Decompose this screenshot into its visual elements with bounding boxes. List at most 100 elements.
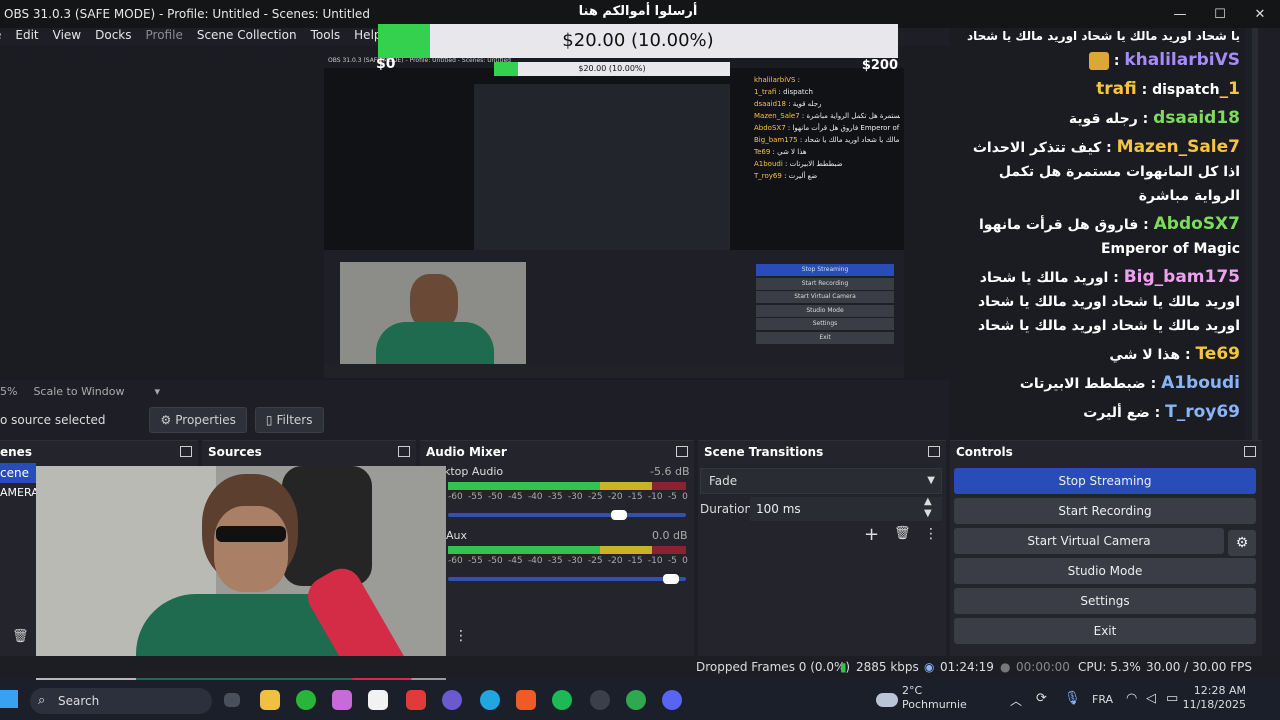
more-icon[interactable]: ⋮: [924, 526, 938, 542]
microphone-icon[interactable]: 🎙: [1064, 691, 1081, 706]
obs-icon[interactable]: [590, 690, 610, 710]
nested-chat-line: khalilarbiVS :: [754, 76, 800, 84]
nested-chat-line: Te69 : هذا لا شي: [754, 148, 807, 156]
remove-scene-icon[interactable]: 🗑: [12, 629, 30, 647]
popout-icon[interactable]: [928, 446, 940, 457]
edge-icon[interactable]: [480, 690, 500, 710]
scale-tick: -55: [467, 556, 483, 566]
start-recording-button[interactable]: Start Recording: [954, 498, 1256, 524]
start-virtual-camera-button[interactable]: Start Virtual Camera: [954, 528, 1224, 554]
settings-button[interactable]: Settings: [954, 588, 1256, 614]
task-view-icon[interactable]: [224, 693, 240, 707]
exit-button[interactable]: Exit: [954, 618, 1256, 644]
weather-widget[interactable]: 2°C Pochmurnie: [902, 684, 967, 712]
popout-icon[interactable]: [676, 446, 688, 457]
chat-text: ضبططط الابيرتات: [1019, 376, 1146, 392]
popout-icon[interactable]: [180, 446, 192, 457]
language-indicator[interactable]: FRA: [1092, 693, 1113, 706]
scale-tick: -20: [607, 556, 623, 566]
duration-input[interactable]: 100 ms: [750, 497, 942, 521]
menu-docks[interactable]: Docks: [95, 28, 131, 46]
chat-username: A1boudi: [1161, 373, 1240, 393]
nested-control-button: Start Virtual Camera: [756, 291, 894, 303]
file-explorer-icon[interactable]: [260, 690, 280, 710]
weather-icon[interactable]: [876, 693, 898, 707]
scale-tick: -60: [448, 492, 463, 502]
scale-tick: -40: [527, 556, 543, 566]
popout-icon[interactable]: [398, 446, 410, 457]
chat-text: dispatch: [1152, 82, 1220, 98]
chat-message: Big_bam175 : اوريد مالك يا شحاد اوريد ما…: [978, 267, 1240, 334]
xbox-icon[interactable]: [296, 690, 316, 710]
chat-app-icon[interactable]: [442, 690, 462, 710]
scale-tick: -35: [547, 556, 563, 566]
signal-icon: ▮: [840, 660, 847, 674]
taskbar-search[interactable]: ⌕ Search: [30, 688, 212, 714]
stream-preview[interactable]: OBS 31.0.3 (SAFE MODE) - Profile: Untitl…: [324, 54, 904, 378]
wifi-icon[interactable]: ◠: [1126, 691, 1137, 706]
transition-select[interactable]: Fade ▼: [700, 468, 942, 494]
store-icon[interactable]: [368, 690, 388, 710]
nested-chat-line: Mazen_Sale7 : كيف تتذكر الاحداث اذا كل ا…: [754, 112, 900, 120]
clock[interactable]: 12:28 AM 11/18/2025: [1183, 684, 1246, 712]
chat-username: T_roy69: [1165, 402, 1240, 422]
controls-title: Controls: [956, 445, 1013, 459]
search-icon: ⌕: [38, 693, 46, 708]
menu-edit[interactable]: Edit: [15, 28, 38, 46]
spotify-icon[interactable]: [552, 690, 572, 710]
green-app-icon[interactable]: [626, 690, 646, 710]
nested-chat-line: A1boudi : ضبططط الابيرتات: [754, 160, 843, 168]
mixer-menu-icon[interactable]: ⋮: [454, 628, 468, 644]
donation-amount: $20.00 (10.00%): [562, 30, 714, 51]
taskbar: ⌕ Search 2°C Pochmurnie ︿ ⟳ 🎙 FRA ◠ ◁ ▭ …: [0, 680, 1280, 720]
app-icon[interactable]: [406, 690, 426, 710]
menu-file[interactable]: e: [0, 28, 1, 46]
menu-profile[interactable]: Profile: [146, 28, 183, 46]
nested-chat-line: 1_trafi : dispatch: [754, 88, 813, 96]
scale-dropdown[interactable]: Scale to Window: [33, 385, 124, 398]
scale-tick: -30: [567, 492, 583, 502]
windows-start-icon[interactable]: [0, 690, 18, 708]
chat-text: رجله قوية: [1068, 111, 1138, 127]
popout-icon[interactable]: [1244, 446, 1256, 457]
properties-button[interactable]: ⚙ Properties: [149, 407, 247, 433]
volume-slider[interactable]: [448, 574, 686, 584]
scene-item[interactable]: cene: [0, 463, 36, 483]
sync-icon[interactable]: ⟳: [1036, 691, 1047, 706]
stop-streaming-button[interactable]: Stop Streaming: [954, 468, 1256, 494]
scale-tick: -45: [507, 556, 523, 566]
spin-down-icon[interactable]: ▼: [924, 508, 932, 519]
nested-control-button: Settings: [756, 318, 894, 330]
menu-scene-collection[interactable]: Scene Collection: [197, 28, 297, 46]
gear-icon: ⚙: [160, 413, 172, 427]
close-icon[interactable]: ✕: [1240, 0, 1280, 28]
meter-scale: -60 -55 -50 -45 -40 -35 -30 -25 -20 -15 -10 -5 0: [448, 492, 688, 502]
minimize-icon[interactable]: —: [1160, 0, 1200, 28]
gear-icon[interactable]: ⚙: [1228, 530, 1256, 556]
studio-mode-button[interactable]: Studio Mode: [954, 558, 1256, 584]
volume-icon[interactable]: ◁: [1146, 691, 1156, 706]
donation-title: أرسلوا أموالكم هنا: [578, 4, 698, 19]
trash-icon[interactable]: 🗑: [894, 526, 911, 541]
transitions-title: Scene Transitions: [704, 445, 824, 459]
menu-tools[interactable]: Tools: [311, 28, 341, 46]
brave-icon[interactable]: [516, 690, 536, 710]
chat-overlay: يا شحاد اوريد مالك يا شحاد اوريد مالك يا…: [950, 28, 1246, 448]
volume-slider[interactable]: [448, 510, 686, 520]
battery-icon[interactable]: ▭: [1166, 691, 1178, 706]
filters-button[interactable]: ▯ Filters: [254, 407, 324, 433]
scale-tick: -10: [647, 492, 663, 502]
menu-view[interactable]: View: [53, 28, 81, 46]
scale-tick: -45: [507, 492, 523, 502]
nested-goal-end: $200: [861, 58, 898, 73]
chevron-up-icon[interactable]: ︿: [1010, 692, 1022, 709]
maximize-icon[interactable]: ☐: [1200, 0, 1240, 28]
nested-chat-line: T_roy69 : ضع أليرت: [754, 172, 818, 180]
copilot-icon[interactable]: [332, 690, 352, 710]
spin-up-icon[interactable]: ▲: [924, 496, 932, 507]
chat-scrollbar[interactable]: [1252, 28, 1258, 448]
cpu-usage: CPU: 5.3%: [1078, 660, 1141, 674]
add-transition-icon[interactable]: +: [864, 524, 879, 545]
discord-icon[interactable]: [662, 690, 682, 710]
chevron-down-icon[interactable]: ▾: [154, 385, 160, 398]
